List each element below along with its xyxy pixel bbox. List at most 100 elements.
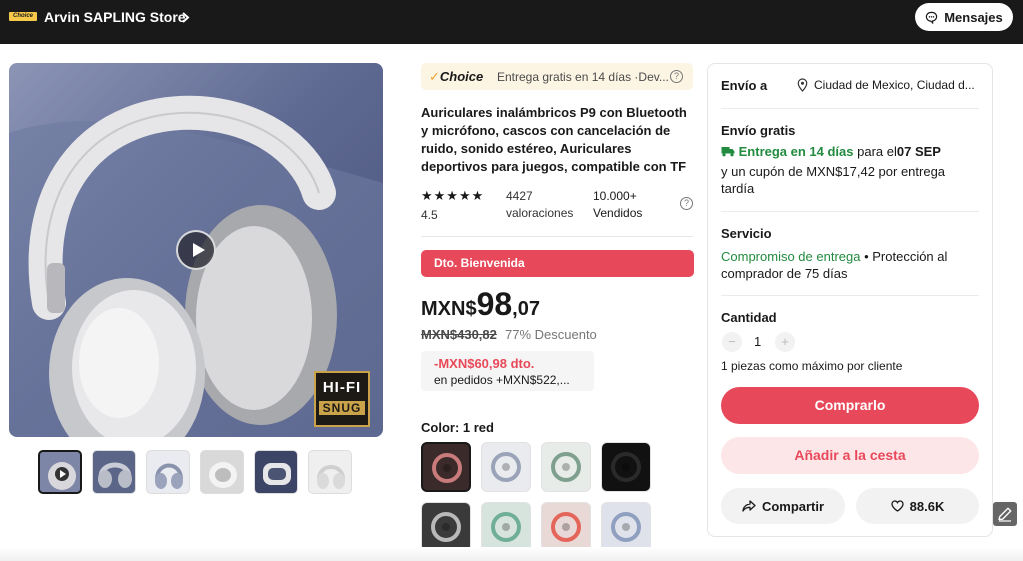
rating-value: 4.5 [421, 208, 438, 222]
product-title: Auriculares inalámbricos P9 con Bluetoot… [421, 105, 687, 174]
welcome-discount-banner: Dto. Bienvenida [421, 250, 694, 277]
service-label: Servicio [721, 226, 772, 241]
color-swatch-7[interactable] [541, 502, 591, 552]
headphones-swatch-icon [431, 512, 461, 542]
headphones-swatch-icon [491, 512, 521, 542]
thumbnail-image [209, 462, 237, 488]
reviews-count: 4427 [506, 189, 533, 203]
thumbnail-image [263, 463, 291, 485]
thumbnail-2[interactable] [92, 450, 136, 494]
pencil-icon [998, 507, 1012, 522]
delivery-days: Entrega en 14 días [738, 144, 854, 159]
color-swatch-1[interactable] [421, 442, 471, 492]
thumbnail-play-icon [48, 462, 76, 490]
discount-percent: 77% Descuento [505, 327, 597, 342]
rating-stars: ★★★★★ [421, 188, 485, 203]
heart-icon [890, 500, 904, 512]
thumbnail-4[interactable] [200, 450, 244, 494]
share-button[interactable]: Compartir [721, 488, 845, 524]
original-price: MXN$430,82 [421, 327, 497, 342]
service-details: Compromiso de entrega • Protección al co… [721, 248, 971, 282]
delivery-date: 07 SEP [896, 144, 941, 159]
color-swatch-5[interactable] [421, 502, 471, 552]
color-swatch-grid [421, 442, 661, 552]
product-main-image[interactable]: HI-FI SNUG [9, 63, 383, 437]
ship-to-label: Envío a [721, 78, 768, 93]
reviews-link[interactable]: 4427 valoraciones [506, 188, 586, 222]
thumbnail-1[interactable] [38, 450, 82, 494]
coupon-box[interactable]: -MXN$60,98 dto. en pedidos +MXN$522,... [421, 351, 594, 391]
store-header-bar: Choice Arvin SAPLING Store Mensajes [0, 0, 1023, 44]
divider [721, 211, 979, 212]
delivery-commitment-link[interactable]: Compromiso de entrega [721, 249, 860, 264]
messages-button[interactable]: Mensajes [915, 3, 1013, 31]
divider [721, 295, 979, 296]
buy-now-button[interactable]: Comprarlo [721, 387, 979, 424]
color-swatch-2[interactable] [481, 442, 531, 492]
quantity-increase-button[interactable]: + [775, 332, 795, 352]
hifi-snug-badge: HI-FI SNUG [314, 371, 370, 427]
sold-count: 10.000+ [593, 189, 637, 203]
max-per-customer: 1 piezas como máximo por cliente [721, 359, 903, 373]
checkmark-icon: ✓ [429, 69, 440, 84]
share-label: Compartir [761, 498, 825, 514]
coupon-condition: en pedidos +MXN$522,... [434, 373, 570, 387]
thumbnail-image [155, 463, 183, 489]
color-swatch-3[interactable] [541, 442, 591, 492]
headphones-swatch-icon [491, 452, 521, 482]
choice-logo: ✓Choice [429, 69, 484, 84]
price-currency: MXN$ [421, 298, 477, 320]
truck-icon [721, 147, 735, 157]
price-decimal: ,07 [512, 298, 540, 320]
current-price: MXN$98,07 [421, 286, 540, 323]
headphones-swatch-icon [611, 452, 641, 482]
thumbnail-image [98, 462, 132, 488]
location-pin-icon [797, 78, 808, 92]
thumbnail-strip [38, 450, 352, 494]
hifi-badge-line2: SNUG [319, 401, 365, 415]
price-integer: 98 [476, 286, 513, 322]
share-arrow-icon [742, 500, 756, 512]
wishlist-button[interactable]: 88.6K [856, 488, 979, 524]
headphones-swatch-icon [432, 453, 462, 483]
headphones-swatch-icon [551, 512, 581, 542]
sold-count-block: 10.000+ Vendidos [593, 188, 673, 222]
help-icon[interactable]: ? [670, 70, 683, 83]
delivery-for: para el [857, 144, 897, 159]
free-shipping-label: Envío gratis [721, 123, 796, 138]
page-bottom-fade [0, 547, 1023, 561]
reviews-label: valoraciones [506, 206, 574, 220]
add-to-cart-button[interactable]: Añadir a la cesta [721, 437, 979, 474]
divider [721, 108, 979, 109]
play-video-button[interactable] [176, 230, 216, 270]
late-delivery-coupon: y un cupón de MXN$17,42 por entrega tard… [721, 164, 946, 196]
quantity-decrease-button[interactable]: − [722, 332, 742, 352]
sold-help-icon[interactable]: ? [680, 197, 693, 210]
ship-to-location[interactable]: Ciudad de Mexico, Ciudad d... [814, 78, 994, 92]
headphones-swatch-icon [611, 512, 641, 542]
divider [421, 236, 693, 237]
store-name-link[interactable]: Arvin SAPLING Store [44, 9, 186, 26]
wishlist-count: 88.6K [909, 498, 945, 514]
thumbnail-3[interactable] [146, 450, 190, 494]
color-swatch-6[interactable] [481, 502, 531, 552]
feedback-edit-button[interactable] [993, 502, 1017, 526]
thumbnail-image [317, 465, 345, 489]
chat-bubble-icon [926, 11, 938, 24]
sold-label: Vendidos [593, 206, 643, 220]
choice-badge: Choice [9, 12, 37, 21]
chevron-right-icon[interactable] [180, 9, 192, 26]
thumbnail-6[interactable] [308, 450, 352, 494]
coupon-amount: -MXN$60,98 dto. [434, 356, 535, 371]
quantity-label: Cantidad [721, 310, 777, 325]
thumbnail-5[interactable] [254, 450, 298, 494]
headphones-swatch-icon [551, 452, 581, 482]
color-swatch-4[interactable] [601, 442, 651, 492]
delivery-estimate: Entrega en 14 días para el07 SEP [721, 143, 941, 160]
color-swatch-8[interactable] [601, 502, 651, 552]
hifi-badge-line1: HI-FI [322, 379, 362, 396]
messages-label: Mensajes [944, 9, 1003, 25]
choice-delivery-strip[interactable]: ✓Choice Entrega gratis en 14 días ·Dev..… [421, 63, 693, 90]
color-label: Color: 1 red [421, 420, 494, 435]
quantity-value[interactable]: 1 [754, 334, 761, 349]
